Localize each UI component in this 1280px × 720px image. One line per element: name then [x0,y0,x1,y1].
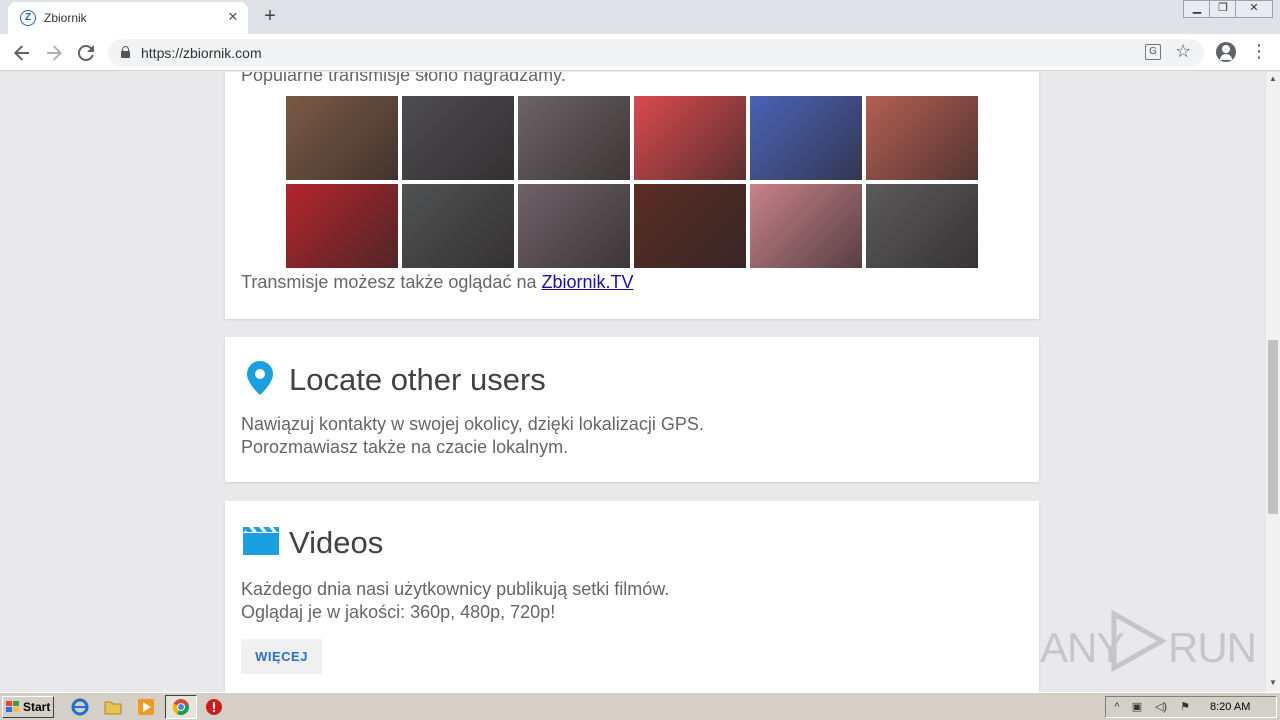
transmission-thumbnail[interactable] [402,184,514,268]
close-window-button[interactable]: ✕ [1235,0,1273,18]
transmission-thumbnail[interactable] [750,184,862,268]
transmission-thumbnail[interactable] [866,184,978,268]
ie-icon[interactable] [71,698,89,716]
videos-card: Videos Każdego dnia nasi użytkownicy pub… [225,501,1039,692]
flag-icon[interactable]: ⚑ [1178,700,1192,714]
star-icon[interactable]: ☆ [1175,41,1191,62]
taskbar-clock[interactable]: 8:20 AM [1210,701,1250,713]
system-tray: ^ ▣ ◁) ⚑ 8:20 AM [1105,696,1277,718]
watch-prefix: Transmisje możesz także oglądać na [241,272,542,292]
clapperboard-icon [243,527,279,555]
tray-expand-icon[interactable]: ^ [1110,700,1124,714]
locate-users-card: Locate other users Nawiązuj kontakty w s… [225,337,1039,482]
account-icon[interactable] [1216,42,1236,62]
reload-icon [77,44,94,61]
location-pin-icon [247,361,273,395]
play-logo-icon [1111,610,1168,672]
transmission-thumbnails [286,96,980,271]
tab-strip: Z Zbiornik ✕ + ▁ ❐ ✕ [0,0,1280,34]
browser-toolbar: https://zbiornik.com G ☆ ⋮ [0,34,1280,71]
popular-transmissions-text: Popularne transmisje słono nagradzamy. [241,72,566,85]
forward-button[interactable] [42,41,66,65]
address-bar[interactable]: https://zbiornik.com G ☆ [108,39,1204,67]
transmission-thumbnail[interactable] [750,96,862,180]
volume-icon[interactable]: ◁) [1154,700,1168,714]
scrollbar-thumb[interactable] [1268,340,1278,514]
windows-flag-icon [6,701,19,712]
network-icon[interactable]: ▣ [1130,700,1144,714]
locate-title: Locate other users [289,362,546,397]
windows-taskbar: Start ^ ▣ ◁) ⚑ 8:20 AM [0,692,1280,720]
back-button[interactable] [10,41,34,65]
lock-icon [121,46,130,58]
chrome-taskbar-item[interactable] [165,695,197,719]
restore-window-button[interactable]: ❐ [1209,0,1237,18]
videos-description-line1: Każdego dnia nasi użytkownicy publikują … [241,579,670,599]
transmission-thumbnail[interactable] [518,96,630,180]
stop-icon[interactable] [205,698,223,716]
translate-icon[interactable]: G [1145,44,1161,60]
transmission-thumbnail[interactable] [866,96,978,180]
new-tab-button[interactable]: + [258,5,282,29]
start-button[interactable]: Start [2,696,54,718]
transmission-thumbnail[interactable] [518,184,630,268]
page-scrollbar[interactable]: ▲ ▼ [1265,72,1280,692]
scroll-up-icon[interactable]: ▲ [1269,74,1277,83]
videos-description-line2: Oglądaj je w jakości: 360p, 480p, 720p! [241,602,556,622]
start-label: Start [23,700,51,714]
site-favicon-icon: Z [20,10,36,26]
zbiornik-tv-link[interactable]: Zbiornik.TV [541,272,633,292]
minimize-window-button[interactable]: ▁ [1183,0,1211,18]
locate-description-line2: Porozmawiasz także na czacie lokalnym. [241,437,569,457]
scroll-down-icon[interactable]: ▼ [1269,678,1277,687]
kebab-menu-icon[interactable]: ⋮ [1250,42,1268,60]
arrow-right-icon [47,45,62,61]
transmission-thumbnail[interactable] [286,96,398,180]
media-player-icon[interactable] [137,698,155,716]
tab-title: Zbiornik [44,11,87,25]
url-text[interactable]: https://zbiornik.com [141,45,262,61]
tab-zbiornik[interactable]: Z Zbiornik ✕ [8,2,248,34]
close-tab-icon[interactable]: ✕ [224,8,242,26]
anyrun-watermark: ANY RUN [1040,610,1257,680]
transmission-thumbnail[interactable] [402,96,514,180]
transmission-thumbnail[interactable] [286,184,398,268]
arrow-left-icon [14,45,29,61]
folder-icon[interactable] [104,698,122,716]
locate-description-line1: Nawiązuj kontakty w swojej okolicy, dzię… [241,414,704,434]
transmissions-card: Popularne transmisje słono nagradzamy. T… [225,72,1039,319]
videos-title: Videos [289,525,384,560]
page-viewport: Popularne transmisje słono nagradzamy. T… [0,72,1265,692]
transmission-thumbnail[interactable] [634,96,746,180]
watermark-run: RUN [1168,624,1257,671]
transmission-thumbnail[interactable] [634,184,746,268]
watch-also-text: Transmisje możesz także oglądać na Zbior… [241,272,634,293]
chrome-icon [172,699,189,716]
more-videos-button[interactable]: WIĘCEJ [241,639,322,674]
reload-button[interactable] [74,41,98,65]
